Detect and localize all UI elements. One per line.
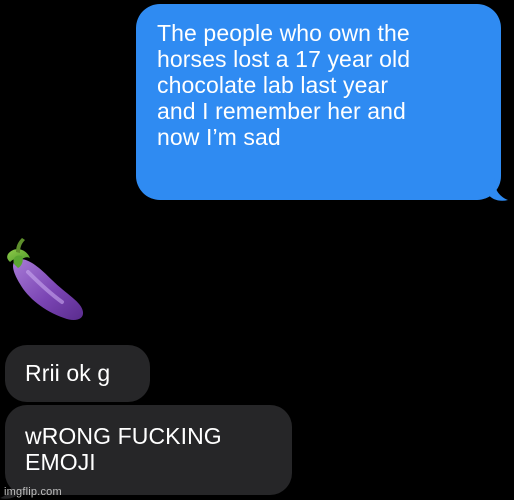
- incoming-message-bubble[interactable]: wRONG FUCKING EMOJI: [5, 405, 292, 495]
- incoming-message-bubble[interactable]: Rrii ok g: [5, 345, 150, 402]
- message-thread: The people who own the horses lost a 17 …: [0, 0, 514, 500]
- eggplant-emoji[interactable]: [4, 236, 88, 322]
- outgoing-message-bubble[interactable]: The people who own the horses lost a 17 …: [136, 4, 501, 200]
- outgoing-bubble-tail: [488, 178, 508, 201]
- watermark-label: imgflip.com: [4, 486, 62, 498]
